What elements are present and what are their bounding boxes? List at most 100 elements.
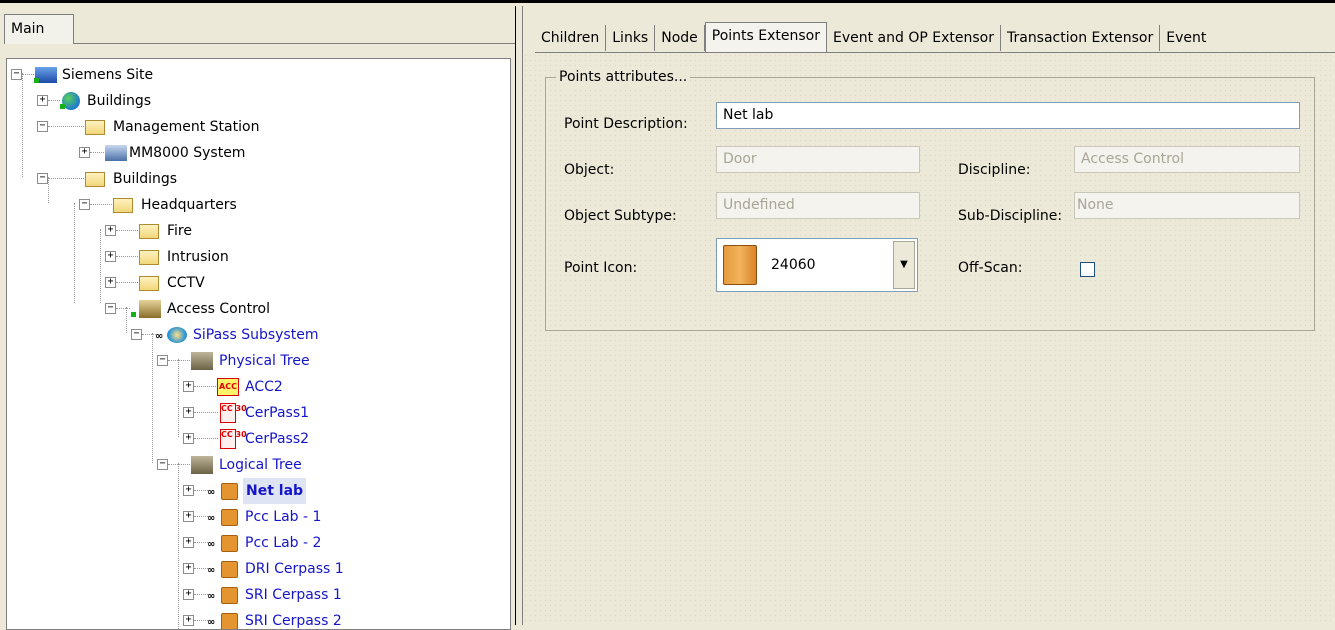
tree-node-label: Pcc Lab - 2 — [245, 535, 322, 551]
access-control-icon — [139, 300, 161, 318]
expand-icon[interactable]: + — [183, 485, 194, 496]
folder-icon — [139, 224, 159, 239]
expand-icon[interactable]: + — [183, 407, 194, 418]
infinity-icon: ∞ — [207, 591, 216, 602]
collapse-icon[interactable]: − — [157, 355, 168, 366]
application-window: Main − Siemens Site + Buildings − Manage… — [0, 0, 1335, 630]
tab-node[interactable]: Node — [655, 25, 705, 51]
tree-node-label: CerPass2 — [245, 431, 310, 447]
status-icon — [131, 312, 136, 317]
right-pane: Children Links Node Points Extensor Event an… — [523, 6, 1335, 625]
left-pane: Main − Siemens Site + Buildings − Manage… — [0, 6, 515, 630]
off-scan-label: Off-Scan: — [958, 260, 1023, 276]
expand-icon[interactable]: + — [105, 225, 116, 236]
tree-guide — [178, 463, 179, 629]
tree-node-label: MM8000 System — [129, 145, 246, 161]
expand-icon[interactable]: + — [183, 511, 194, 522]
collapse-icon[interactable]: − — [157, 459, 168, 470]
collapse-icon[interactable]: − — [37, 173, 48, 184]
expand-icon[interactable]: + — [37, 95, 48, 106]
physical-tree-icon — [191, 352, 213, 370]
collapse-icon[interactable]: − — [131, 329, 142, 340]
tab-children[interactable]: Children — [535, 25, 607, 51]
tab-event[interactable]: Event — [1160, 25, 1213, 51]
tab-links[interactable]: Links — [606, 25, 656, 51]
door-icon — [221, 535, 238, 552]
tree-node-label: SRI Cerpass 2 — [245, 613, 342, 629]
infinity-icon: ∞ — [207, 617, 216, 628]
discipline-label: Discipline: — [958, 162, 1031, 178]
sub-discipline-label: Sub-Discipline: — [958, 208, 1063, 224]
computer-icon — [105, 145, 127, 161]
object-subtype-label: Object Subtype: — [564, 208, 677, 224]
door-icon — [221, 587, 238, 604]
tree-guide — [74, 203, 75, 303]
infinity-icon: ∞ — [207, 565, 216, 576]
folder-icon — [113, 198, 133, 213]
object-label: Object: — [564, 162, 615, 178]
tree-node-label: Buildings — [87, 93, 152, 109]
status-icon — [34, 78, 39, 83]
tree-guide — [126, 307, 127, 333]
folder-icon — [139, 276, 159, 291]
folder-icon — [85, 120, 105, 135]
tab-main[interactable]: Main — [4, 14, 74, 44]
infinity-icon: ∞ — [155, 331, 164, 342]
tree-node-label: ACC2 — [245, 379, 283, 395]
tree-node-label: DRI Cerpass 1 — [245, 561, 344, 577]
collapse-icon[interactable]: − — [105, 303, 116, 314]
tab-points-extensor[interactable]: Points Extensor — [704, 22, 827, 52]
expand-icon[interactable]: + — [183, 563, 194, 574]
tab-strip: Children Links Node Points Extensor Event an… — [535, 22, 1213, 52]
collapse-icon[interactable]: − — [79, 199, 90, 210]
tree-guide — [100, 229, 101, 303]
tree-node-label: Intrusion — [167, 249, 229, 265]
pane-splitter[interactable] — [515, 6, 523, 625]
discipline-field: Access Control — [1074, 146, 1300, 173]
expand-icon[interactable]: + — [183, 433, 194, 444]
tree-node-label: Pcc Lab - 1 — [245, 509, 322, 525]
point-icon-value: 24060 — [771, 257, 816, 273]
object-subtype-field: Undefined — [716, 192, 920, 219]
point-icon-dropdown[interactable]: 24060 ▼ — [716, 238, 918, 292]
tab-event-op-extensor[interactable]: Event and OP Extensor — [827, 25, 1001, 51]
tree-node-label: Logical Tree — [219, 457, 302, 473]
tree-node-label: Net lab — [243, 478, 307, 504]
tree-node-label: Headquarters — [141, 197, 237, 213]
tree-node-label: Siemens Site — [62, 67, 154, 83]
door-icon — [723, 245, 757, 285]
tree-node-label: Fire — [167, 223, 192, 239]
collapse-icon[interactable]: − — [11, 69, 22, 80]
tree-view[interactable]: − Siemens Site + Buildings − Management … — [6, 58, 511, 630]
sub-discipline-field: None — [1074, 192, 1300, 219]
logical-tree-icon — [191, 456, 213, 474]
tree-node-label: Physical Tree — [219, 353, 310, 369]
tab-divider — [74, 43, 515, 44]
door-icon — [221, 509, 238, 526]
sipass-icon — [167, 327, 187, 343]
collapse-icon[interactable]: − — [37, 121, 48, 132]
expand-icon[interactable]: + — [183, 537, 194, 548]
folder-icon — [85, 172, 105, 187]
expand-icon[interactable]: + — [183, 381, 194, 392]
point-description-field[interactable]: Net lab — [716, 102, 1300, 129]
controller-icon: ACC — [217, 378, 239, 396]
tree-guide — [48, 177, 49, 203]
tree-node-label: Access Control — [167, 301, 270, 317]
folder-icon — [139, 250, 159, 265]
off-scan-checkbox[interactable] — [1080, 262, 1095, 277]
chevron-down-icon[interactable]: ▼ — [893, 241, 915, 289]
expand-icon[interactable]: + — [105, 277, 116, 288]
tab-transaction-extensor[interactable]: Transaction Extensor — [1000, 25, 1161, 51]
tree-node-label: CCTV — [167, 275, 205, 291]
expand-icon[interactable]: + — [79, 147, 90, 158]
expand-icon[interactable]: + — [183, 615, 194, 626]
expand-icon[interactable]: + — [183, 589, 194, 600]
door-icon — [221, 483, 238, 500]
expand-icon[interactable]: + — [105, 251, 116, 262]
infinity-icon: ∞ — [207, 513, 216, 524]
tree-guide — [152, 333, 153, 463]
tree-node-label: SiPass Subsystem — [193, 327, 319, 343]
tree-guide — [178, 359, 179, 437]
tree-node-label: SRI Cerpass 1 — [245, 587, 342, 603]
